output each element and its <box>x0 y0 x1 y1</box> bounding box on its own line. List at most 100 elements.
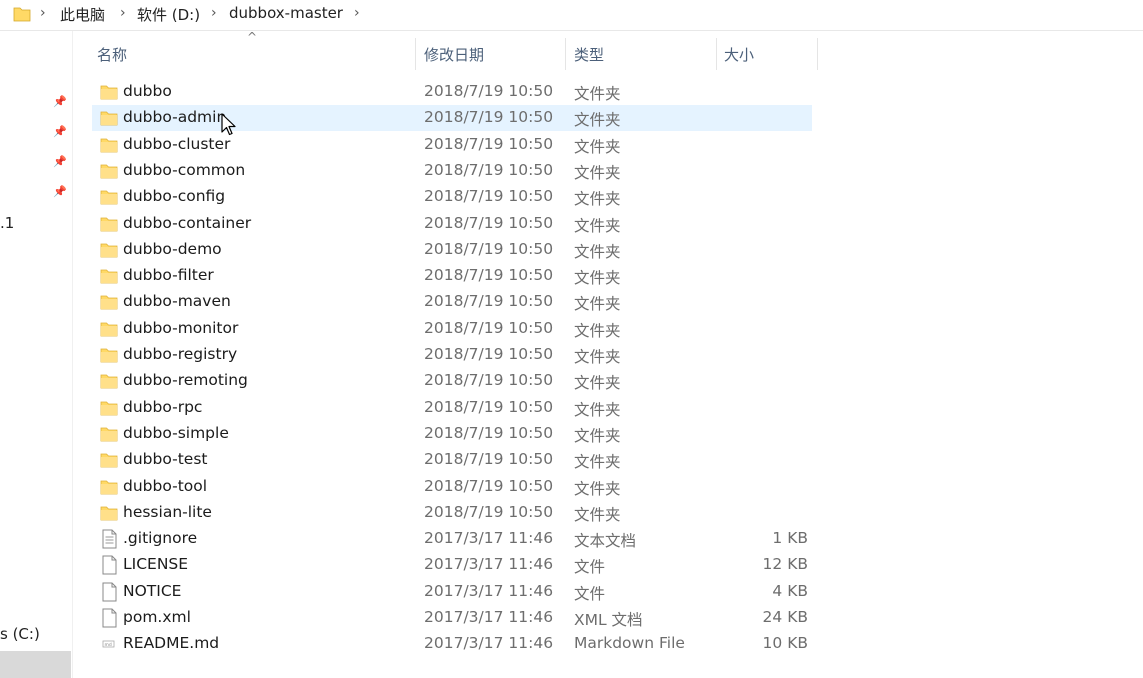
file-type: 文件夹 <box>574 137 621 156</box>
folder-icon <box>100 450 118 470</box>
breadcrumb-drive-d[interactable]: 软件 (D:) <box>137 4 200 25</box>
pin-icon[interactable]: 📌 <box>53 185 67 198</box>
file-date: 2018/7/19 10:50 <box>424 160 554 179</box>
folder-row[interactable]: dubbo-tool 2018/7/19 10:50 文件夹 <box>92 474 812 500</box>
file-name: dubbo-remoting <box>123 371 248 390</box>
pin-icon[interactable]: 📌 <box>53 95 67 108</box>
column-divider[interactable] <box>716 38 717 70</box>
file-date: 2018/7/19 10:50 <box>424 476 554 495</box>
folder-row[interactable]: dubbo-simple 2018/7/19 10:50 文件夹 <box>92 421 812 447</box>
folder-icon <box>100 187 118 207</box>
chevron-right-icon[interactable]: › <box>40 5 46 21</box>
file-date: 2018/7/19 10:50 <box>424 318 554 337</box>
file-type: 文件夹 <box>574 505 621 524</box>
file-date: 2018/7/19 10:50 <box>424 423 554 442</box>
column-divider[interactable] <box>415 38 416 70</box>
file-name: README.md <box>123 634 220 653</box>
file-name: dubbo-filter <box>123 266 214 285</box>
folder-icon <box>100 161 118 181</box>
column-divider[interactable] <box>565 38 566 70</box>
file-date: 2017/3/17 11:46 <box>424 608 554 626</box>
folder-row[interactable]: dubbo-demo 2018/7/19 10:50 文件夹 <box>92 237 812 263</box>
file-name: dubbo-container <box>123 213 252 232</box>
folder-row[interactable]: dubbo-filter 2018/7/19 10:50 文件夹 <box>92 263 812 289</box>
folder-row[interactable]: dubbo-container 2018/7/19 10:50 文件夹 <box>92 211 812 237</box>
file-row[interactable]: pom.xml 2017/3/17 11:46 XML 文档 24 KB <box>92 605 812 631</box>
folder-row[interactable]: hessian-lite 2018/7/19 10:50 文件夹 <box>92 500 812 526</box>
folder-row[interactable]: dubbo-cluster 2018/7/19 10:50 文件夹 <box>92 132 812 158</box>
column-header-size[interactable]: 大小 <box>724 44 754 65</box>
folder-icon <box>100 240 118 260</box>
file-type: 文件夹 <box>574 426 621 445</box>
text-file-icon <box>100 529 118 549</box>
column-header-modified[interactable]: 修改日期 <box>424 44 484 65</box>
file-date: 2017/3/17 11:46 <box>424 529 554 548</box>
file-type: 文件夹 <box>574 400 621 419</box>
folder-icon <box>100 477 118 497</box>
folder-row[interactable]: dubbo-common 2018/7/19 10:50 文件夹 <box>92 158 812 184</box>
file-type: 文本文档 <box>574 532 637 551</box>
file-name: .gitignore <box>123 529 198 548</box>
folder-row[interactable]: dubbo-config 2018/7/19 10:50 文件夹 <box>92 184 812 210</box>
file-name: dubbo-tool <box>123 476 208 495</box>
file-date: 2018/7/19 10:50 <box>424 266 554 285</box>
nav-item-partial[interactable]: .1 <box>0 214 14 232</box>
file-row[interactable]: .gitignore 2017/3/17 11:46 文本文档 1 KB <box>92 526 812 552</box>
folder-icon <box>100 398 118 418</box>
file-date: 2018/7/19 10:50 <box>424 397 554 416</box>
mouse-cursor-icon <box>221 113 236 136</box>
folder-row[interactable]: dubbo-maven 2018/7/19 10:50 文件夹 <box>92 289 812 315</box>
file-date: 2018/7/19 10:50 <box>424 502 554 521</box>
address-bar[interactable]: › 此电脑 › 软件 (D:) › dubbox-master › <box>0 0 1143 31</box>
file-type: 文件夹 <box>574 453 621 472</box>
pin-icon[interactable]: 📌 <box>53 125 67 138</box>
file-row[interactable]: NOTICE 2017/3/17 11:46 文件 4 KB <box>92 579 812 605</box>
pin-icon[interactable]: 📌 <box>53 155 67 168</box>
file-name: NOTICE <box>123 581 182 600</box>
file-date: 2018/7/19 10:50 <box>424 134 554 153</box>
file-date: 2017/3/17 11:46 <box>424 555 554 574</box>
breadcrumb-dubbox-master[interactable]: dubbox-master <box>229 4 343 22</box>
file-name: hessian-lite <box>123 502 212 521</box>
breadcrumb-this-pc[interactable]: 此电脑 <box>60 4 105 25</box>
column-header-name[interactable]: 名称 <box>97 44 127 65</box>
folder-row[interactable]: dubbo-test 2018/7/19 10:50 文件夹 <box>92 447 812 473</box>
folder-icon <box>13 7 31 22</box>
file-type: XML 文档 <box>574 611 643 629</box>
file-type: 文件夹 <box>574 374 621 393</box>
nav-item-drive-c[interactable]: s (C:) <box>0 625 40 643</box>
file-size: 4 KB <box>772 581 808 600</box>
blank-file-icon <box>100 555 118 575</box>
file-name: dubbo-common <box>123 160 246 179</box>
file-row[interactable]: LICENSE 2017/3/17 11:46 文件 12 KB <box>92 552 812 578</box>
file-date: 2018/7/19 10:50 <box>424 450 554 469</box>
file-date: 2018/7/19 10:50 <box>424 108 554 127</box>
folder-row[interactable]: dubbo-monitor 2018/7/19 10:50 文件夹 <box>92 316 812 342</box>
folder-row[interactable]: dubbo-admin 2018/7/19 10:50 文件夹 <box>92 105 812 132</box>
file-name: dubbo-demo <box>123 239 222 258</box>
file-name: dubbo-test <box>123 450 208 469</box>
file-size: 10 KB <box>762 634 808 653</box>
file-name: dubbo-cluster <box>123 134 231 153</box>
folder-row[interactable]: dubbo-rpc 2018/7/19 10:50 文件夹 <box>92 395 812 421</box>
file-date: 2018/7/19 10:50 <box>424 345 554 363</box>
xml-file-icon <box>100 608 118 628</box>
file-name: dubbo-config <box>123 187 226 206</box>
column-divider[interactable] <box>817 38 818 70</box>
chevron-right-icon[interactable]: › <box>120 5 126 21</box>
chevron-right-icon[interactable]: › <box>211 5 217 21</box>
folder-row[interactable]: dubbo 2018/7/19 10:50 文件夹 <box>92 79 812 105</box>
file-type: 文件夹 <box>574 111 621 130</box>
file-size: 1 KB <box>772 529 808 548</box>
markdown-file-icon: md <box>100 634 118 654</box>
nav-item-selected[interactable] <box>0 651 71 678</box>
chevron-right-icon[interactable]: › <box>354 5 360 21</box>
file-date: 2018/7/19 10:50 <box>424 82 554 100</box>
blank-file-icon <box>100 582 118 602</box>
navigation-pane: 📌 📌 📌 📌 .1 s (C:) <box>0 31 73 678</box>
column-header-type[interactable]: 类型 <box>574 44 604 65</box>
file-name: dubbo-monitor <box>123 318 239 337</box>
file-row[interactable]: md README.md 2017/3/17 11:46 Markdown File 1… <box>92 631 812 657</box>
folder-row[interactable]: dubbo-remoting 2018/7/19 10:50 文件夹 <box>92 368 812 394</box>
folder-row[interactable]: dubbo-registry 2018/7/19 10:50 文件夹 <box>92 342 812 368</box>
